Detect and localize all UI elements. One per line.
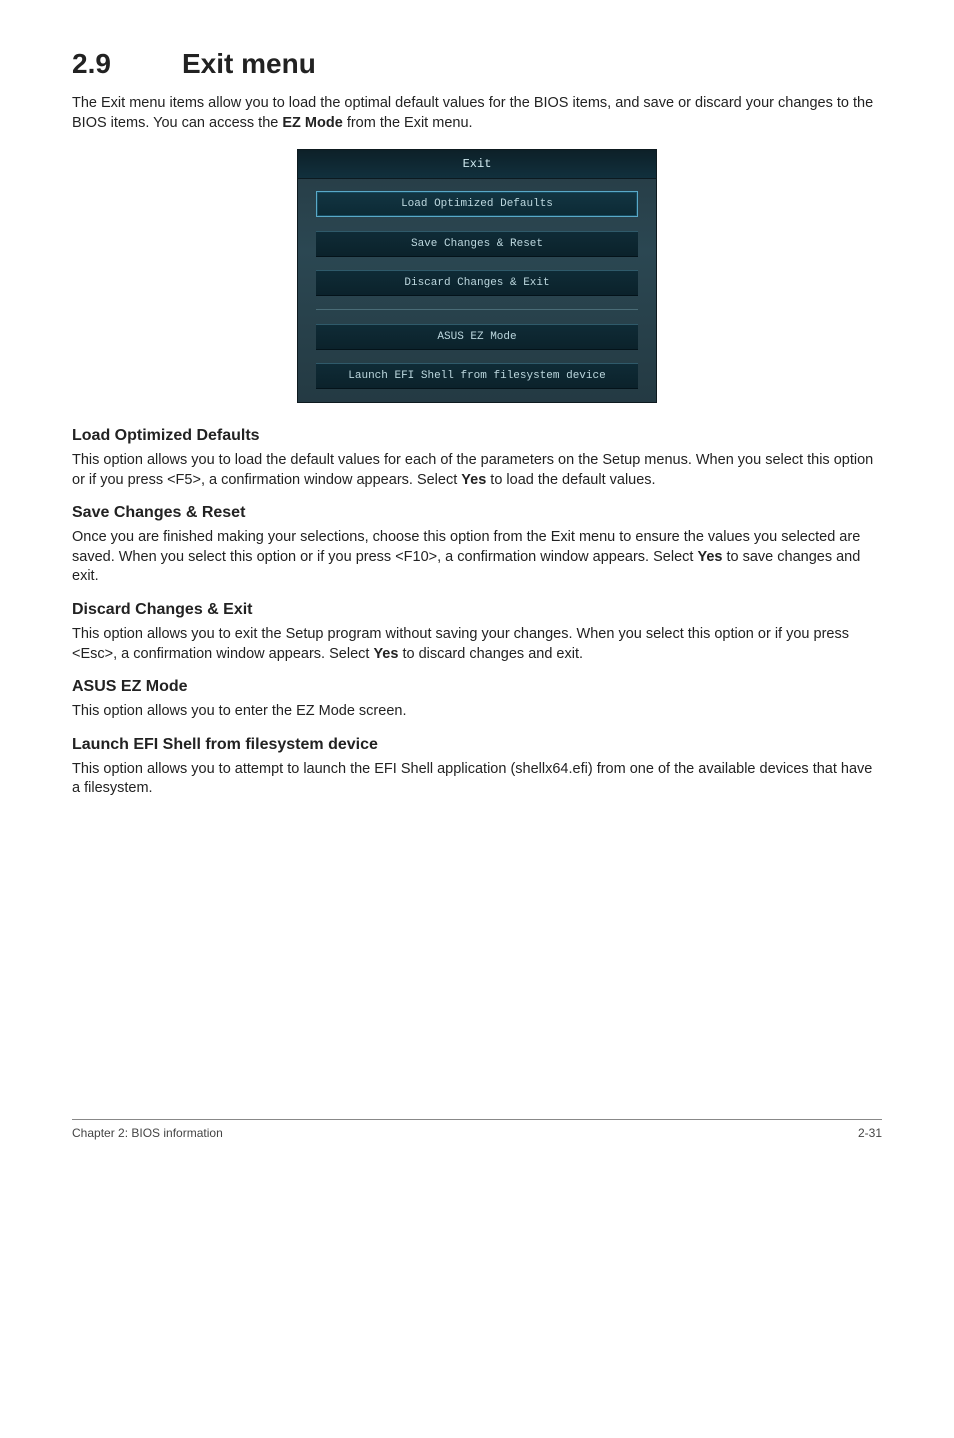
efi-shell-button[interactable]: Launch EFI Shell from filesystem device (316, 363, 638, 388)
exit-menu-panel: Exit Load Optimized Defaults Save Change… (297, 149, 657, 403)
page-footer: Chapter 2: BIOS information 2-31 (72, 1119, 882, 1140)
discard-post: to discard changes and exit. (398, 646, 583, 662)
save-changes-paragraph: Once you are finished making your select… (72, 528, 882, 587)
save-bold: Yes (697, 549, 722, 565)
exit-menu-header: Exit (298, 150, 656, 179)
section-heading: 2.9Exit menu (72, 48, 882, 80)
ez-mode-button[interactable]: ASUS EZ Mode (316, 324, 638, 349)
load-bold: Yes (461, 472, 486, 488)
section-number: 2.9 (72, 48, 182, 80)
ez-mode-paragraph: This option allows you to enter the EZ M… (72, 702, 882, 722)
load-defaults-button[interactable]: Load Optimized Defaults (316, 191, 638, 217)
exit-menu-divider (316, 309, 638, 310)
intro-post: from the Exit menu. (343, 115, 473, 131)
save-changes-heading: Save Changes & Reset (72, 504, 882, 522)
load-defaults-paragraph: This option allows you to load the defau… (72, 451, 882, 490)
footer-right: 2-31 (858, 1126, 882, 1140)
discard-changes-heading: Discard Changes & Exit (72, 601, 882, 619)
exit-menu-body: Load Optimized Defaults Save Changes & R… (298, 179, 656, 388)
load-post: to load the default values. (486, 472, 655, 488)
footer-left: Chapter 2: BIOS information (72, 1126, 223, 1140)
section-title-text: Exit menu (182, 48, 316, 79)
intro-paragraph: The Exit menu items allow you to load th… (72, 94, 882, 133)
load-defaults-heading: Load Optimized Defaults (72, 427, 882, 445)
intro-bold: EZ Mode (282, 115, 342, 131)
discard-bold: Yes (373, 646, 398, 662)
discard-changes-paragraph: This option allows you to exit the Setup… (72, 625, 882, 664)
ez-mode-heading: ASUS EZ Mode (72, 678, 882, 696)
intro-pre: The Exit menu items allow you to load th… (72, 95, 873, 131)
efi-shell-heading: Launch EFI Shell from filesystem device (72, 736, 882, 754)
save-changes-button[interactable]: Save Changes & Reset (316, 231, 638, 256)
discard-changes-button[interactable]: Discard Changes & Exit (316, 270, 638, 295)
efi-shell-paragraph: This option allows you to attempt to lau… (72, 760, 882, 799)
